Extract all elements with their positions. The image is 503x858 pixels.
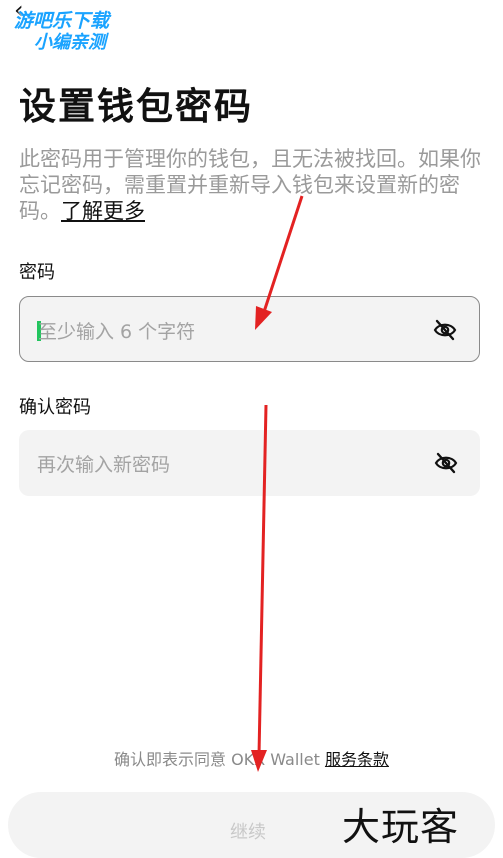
confirm-placeholder: 再次输入新密码 (37, 454, 171, 476)
watermark-line-2: 小编亲测 (34, 32, 106, 53)
terms-prefix: 确认即表示同意 OKX Wallet (114, 750, 325, 769)
confirm-password-label: 确认密码 (19, 397, 91, 418)
password-label: 密码 (19, 262, 55, 283)
watermark-top: 游吧乐下载 小编亲测 (14, 10, 109, 54)
continue-label: 继续 (230, 822, 266, 843)
watermark-line-1: 游吧乐下载 (14, 10, 110, 32)
eye-hidden-icon[interactable] (433, 319, 457, 341)
terms-link[interactable]: 服务条款 (325, 750, 389, 769)
password-placeholder: 至少输入 6 个字符 (38, 321, 196, 343)
page-title: 设置钱包密码 (19, 85, 253, 128)
eye-hidden-icon[interactable] (434, 452, 458, 474)
watermark-bottom: 大玩客 (342, 805, 460, 849)
password-field[interactable]: 至少输入 6 个字符 (19, 296, 480, 362)
page-description: 此密码用于管理你的钱包，且无法被找回。如果你忘记密码，需重置并重新导入钱包来设置… (19, 146, 489, 224)
learn-more-link[interactable]: 了解更多 (61, 199, 145, 223)
terms-text: 确认即表示同意 OKX Wallet 服务条款 (0, 746, 503, 770)
confirm-password-field[interactable]: 再次输入新密码 (19, 430, 480, 496)
